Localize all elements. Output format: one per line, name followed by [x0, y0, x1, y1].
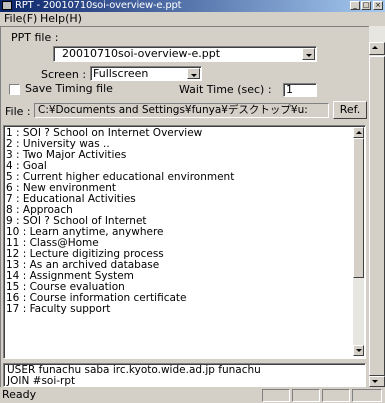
slide-items: 1 : SOI ? School on Internet Overview 2 :… — [4, 128, 365, 315]
slide-list[interactable]: 1 : SOI ? School on Internet Overview 2 :… — [3, 125, 366, 359]
chevron-down-icon[interactable] — [302, 48, 315, 60]
wait-time-input[interactable]: 1 — [283, 83, 317, 97]
menu-file[interactable]: File(F) — [4, 12, 37, 26]
window-scroll-down-button[interactable] — [369, 376, 385, 387]
save-timing-checkbox[interactable] — [9, 84, 20, 95]
app-icon[interactable] — [2, 1, 12, 10]
main-panel: PPT file : 20010710soi-overview-e.ppt Sc… — [0, 26, 369, 387]
minimize-button[interactable]: _ — [350, 1, 360, 10]
close-button[interactable]: × — [373, 1, 383, 10]
wait-time-label: Wait Time (sec) : — [179, 83, 272, 96]
status-pane — [352, 389, 382, 402]
menu-help[interactable]: Help(H) — [40, 12, 82, 26]
scroll-thumb[interactable] — [353, 138, 364, 278]
maximize-button[interactable]: □ — [361, 1, 371, 10]
ref-button[interactable]: Ref. — [333, 101, 367, 119]
ppt-file-value: 20010710soi-overview-e.ppt — [62, 47, 221, 60]
status-pane — [322, 389, 350, 402]
screen-combobox[interactable]: Fullscreen — [90, 66, 202, 81]
window-scrollbar[interactable] — [369, 26, 385, 387]
log-line: JOIN #soi-rpt — [7, 375, 76, 387]
status-pane — [262, 389, 290, 402]
scroll-up-button[interactable] — [353, 127, 364, 138]
ppt-file-combobox[interactable]: 20010710soi-overview-e.ppt — [53, 46, 317, 62]
chevron-down-icon[interactable] — [187, 68, 200, 79]
file-path-field[interactable]: C:¥Documents and Settings¥funya¥デスクトップ¥u… — [34, 103, 329, 118]
slide-list-scrollbar[interactable] — [353, 127, 364, 356]
status-text: Ready — [2, 388, 37, 401]
screen-label: Screen : — [41, 68, 87, 81]
file-path-value: C:¥Documents and Settings¥funya¥デスクトップ¥u… — [38, 104, 308, 116]
menu-bar: File(F) Help(H) — [0, 12, 385, 26]
ppt-file-label: PPT file : — [11, 31, 59, 44]
slide-list-item[interactable]: 3 : Two Major Activities — [4, 150, 365, 161]
save-timing-label: Save Timing file — [25, 82, 113, 95]
title-bar[interactable]: RPT - 20010710soi-overview-e.ppt _ □ × — [0, 0, 385, 12]
window-title: RPT - 20010710soi-overview-e.ppt — [15, 0, 182, 11]
log-box[interactable]: USER funachu saba irc.kyoto.wide.ad.jp f… — [3, 363, 366, 387]
slide-list-item[interactable]: 17 : Faculty support — [4, 304, 365, 315]
status-pane — [292, 389, 320, 402]
window-scroll-up-button[interactable] — [369, 42, 385, 55]
file-label: File : — [5, 105, 31, 118]
status-bar: Ready — [0, 387, 385, 403]
scroll-down-button[interactable] — [353, 345, 364, 356]
screen-value: Fullscreen — [93, 67, 149, 80]
wait-time-value: 1 — [286, 83, 293, 96]
window-scroll-thumb[interactable] — [369, 56, 385, 376]
